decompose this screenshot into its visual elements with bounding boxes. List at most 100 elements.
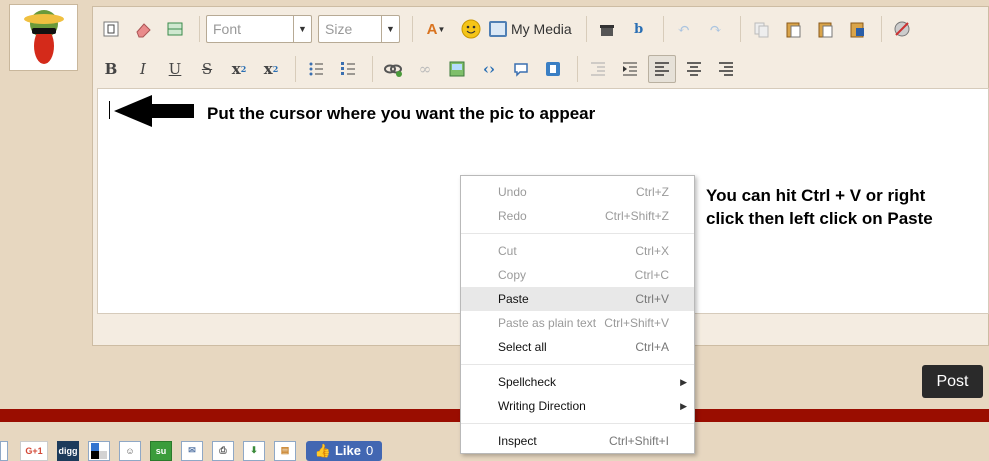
menu-item-undo[interactable]: Undo Ctrl+Z bbox=[461, 180, 694, 204]
insert-table-icon[interactable] bbox=[161, 15, 189, 43]
media-embed-icon[interactable] bbox=[539, 55, 567, 83]
subscript-icon[interactable]: x2 bbox=[225, 55, 253, 83]
menu-item-shortcut: Ctrl+Z bbox=[636, 185, 669, 199]
media-icon bbox=[489, 21, 507, 37]
source-mode-icon[interactable] bbox=[97, 15, 125, 43]
menu-item-writing-direction[interactable]: Writing Direction ▶ bbox=[461, 394, 694, 418]
reddit-icon[interactable]: ☺ bbox=[119, 440, 141, 461]
stumbleupon-button[interactable]: su bbox=[150, 440, 172, 461]
italic-button[interactable]: I bbox=[129, 55, 157, 83]
underline-icon: U bbox=[168, 60, 182, 78]
menu-item-shortcut: Ctrl+A bbox=[635, 340, 669, 354]
my-media-button[interactable]: My Media bbox=[489, 21, 572, 37]
chevron-down-icon: ▼ bbox=[293, 16, 311, 42]
left-arrow-icon bbox=[114, 95, 194, 127]
bold-button[interactable]: B bbox=[97, 55, 125, 83]
remove-format-icon[interactable] bbox=[888, 15, 916, 43]
align-right-icon[interactable] bbox=[712, 55, 740, 83]
email-icon[interactable]: ✉ bbox=[181, 440, 203, 461]
toolbar-separator bbox=[739, 16, 741, 42]
toolbar-separator bbox=[412, 16, 413, 42]
bold-icon: B bbox=[104, 60, 118, 78]
toolbar-separator bbox=[577, 56, 578, 82]
text-color-icon[interactable]: A ▼ bbox=[419, 15, 453, 43]
menu-item-select-all[interactable]: Select all Ctrl+A bbox=[461, 335, 694, 359]
google-plus-button[interactable]: G+1 bbox=[20, 440, 48, 461]
size-select[interactable]: Size ▼ bbox=[318, 15, 400, 43]
chili-pepper-icon bbox=[23, 9, 64, 64]
menu-item-redo[interactable]: Redo Ctrl+Shift+Z bbox=[461, 204, 694, 228]
paste-instruction-line: click then left click on Paste bbox=[706, 209, 933, 228]
underline-button[interactable]: U bbox=[161, 55, 189, 83]
numbered-list-icon[interactable] bbox=[334, 55, 362, 83]
post-button[interactable]: Post bbox=[922, 365, 983, 398]
image-icon[interactable] bbox=[443, 55, 471, 83]
superscript-icon[interactable]: x2 bbox=[257, 55, 285, 83]
menu-item-shortcut: Ctrl+Shift+V bbox=[604, 316, 669, 330]
smiley-icon[interactable] bbox=[457, 15, 485, 43]
print-icon[interactable]: ⎙ bbox=[212, 440, 234, 461]
toolbar-separator bbox=[880, 16, 882, 42]
menu-item-label: Inspect bbox=[498, 434, 537, 448]
toolbar-separator bbox=[295, 56, 296, 82]
bookmark-icon[interactable]: ▤ bbox=[274, 440, 296, 461]
eraser-icon[interactable] bbox=[129, 15, 157, 43]
facebook-like-button[interactable]: 👍 Like 0 bbox=[306, 440, 382, 461]
cursor-instruction: Put the cursor where you want the pic to… bbox=[207, 104, 596, 123]
chevron-right-icon: ▶ bbox=[680, 400, 687, 411]
menu-item-label: Cut bbox=[498, 244, 517, 258]
menu-item-label: Spellcheck bbox=[498, 375, 557, 389]
italic-icon: I bbox=[140, 60, 146, 78]
menu-item-label: Undo bbox=[498, 185, 527, 199]
redo-icon[interactable]: ↷ bbox=[702, 15, 730, 43]
quote-icon[interactable] bbox=[507, 55, 535, 83]
menu-item-shortcut: Ctrl+Shift+I bbox=[608, 434, 669, 448]
gift-icon[interactable] bbox=[593, 15, 621, 43]
indent-icon[interactable] bbox=[616, 55, 644, 83]
my-media-label: My Media bbox=[511, 21, 572, 37]
paste-word-icon[interactable] bbox=[843, 15, 871, 43]
toolbar-row-2: B I U S x2 x2 ∞ ‹› bbox=[97, 49, 744, 89]
menu-item-spellcheck[interactable]: Spellcheck ▶ bbox=[461, 370, 694, 394]
menu-item-label: Writing Direction bbox=[498, 399, 586, 413]
font-select[interactable]: Font ▼ bbox=[206, 15, 312, 43]
share-bar: G+1 digg ☺ su ✉ ⎙ ⬇ ▤ 👍 Like 0 bbox=[0, 440, 382, 461]
like-count: 0 bbox=[365, 443, 374, 458]
code-icon[interactable]: ‹› bbox=[475, 55, 503, 83]
align-center-icon[interactable] bbox=[680, 55, 708, 83]
font-select-label: Font bbox=[213, 21, 242, 37]
chevron-right-icon: ▶ bbox=[680, 376, 687, 387]
menu-item-paste[interactable]: Paste Ctrl+V bbox=[461, 287, 694, 311]
toolbar-row-1: Font ▼ Size ▼ A ▼ My Media b ↶ ↷ bbox=[97, 9, 920, 49]
menu-item-copy[interactable]: Copy Ctrl+C bbox=[461, 263, 694, 287]
share-icon[interactable] bbox=[0, 440, 8, 461]
menu-item-paste-plain[interactable]: Paste as plain text Ctrl+Shift+V bbox=[461, 311, 694, 335]
avatar bbox=[9, 4, 78, 71]
bbcode-icon[interactable]: b bbox=[625, 15, 653, 43]
unlink-icon[interactable]: ∞ bbox=[411, 55, 439, 83]
digg-button[interactable]: digg bbox=[57, 440, 79, 461]
outdent-icon[interactable] bbox=[584, 55, 612, 83]
delicious-icon[interactable] bbox=[88, 440, 110, 461]
paste-instruction: You can hit Ctrl + V or right click then… bbox=[706, 184, 986, 230]
download-icon[interactable]: ⬇ bbox=[243, 440, 265, 461]
paste-text-icon[interactable] bbox=[811, 15, 839, 43]
undo-icon[interactable]: ↶ bbox=[670, 15, 698, 43]
menu-item-shortcut: Ctrl+V bbox=[635, 292, 669, 306]
size-select-label: Size bbox=[325, 21, 353, 37]
like-label: Like bbox=[334, 443, 361, 458]
strikethrough-button[interactable]: S bbox=[193, 55, 221, 83]
toolbar-separator bbox=[662, 16, 664, 42]
align-left-icon[interactable] bbox=[648, 55, 676, 83]
bullet-list-icon[interactable] bbox=[302, 55, 330, 83]
toolbar-separator bbox=[199, 16, 200, 42]
menu-item-label: Paste bbox=[498, 292, 529, 306]
menu-separator bbox=[461, 423, 694, 424]
menu-item-shortcut: Ctrl+X bbox=[635, 244, 669, 258]
paste-icon[interactable] bbox=[779, 15, 807, 43]
link-icon[interactable] bbox=[379, 55, 407, 83]
context-menu: Undo Ctrl+Z Redo Ctrl+Shift+Z Cut Ctrl+X… bbox=[460, 175, 695, 454]
menu-item-cut[interactable]: Cut Ctrl+X bbox=[461, 239, 694, 263]
copy-icon[interactable] bbox=[747, 15, 775, 43]
menu-item-inspect[interactable]: Inspect Ctrl+Shift+I bbox=[461, 429, 694, 453]
